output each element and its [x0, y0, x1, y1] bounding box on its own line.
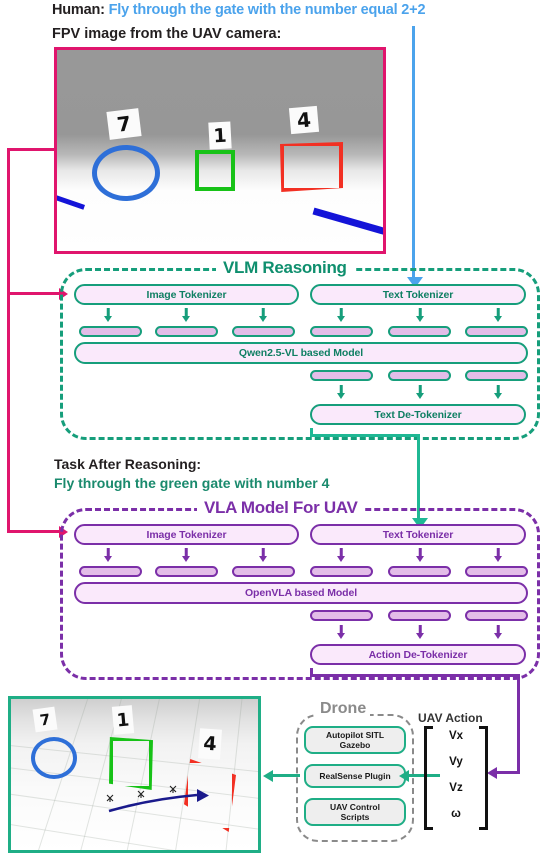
drone-item-uav-control[interactable]: UAV Control Scripts [304, 798, 406, 826]
fpv-gate-square-green [195, 150, 235, 191]
vlm-arrow-img-1 [103, 308, 113, 323]
action-out-line-back [496, 771, 520, 774]
drone-item-autopilot-line1: Autopilot SITL [325, 729, 385, 740]
vlm-image-token-2 [155, 326, 218, 337]
vlm-arrow-out-2 [415, 385, 425, 400]
action-out-line-h [310, 674, 520, 677]
drone-item-realsense[interactable]: RealSense Plugin [304, 764, 406, 788]
matrix-row-vy: Vy [449, 756, 463, 768]
human-prompt-line: Human: Fly through the gate with the num… [52, 2, 426, 18]
human-label: Human: [52, 2, 105, 18]
vla-arrow-out-2 [415, 625, 425, 640]
vlm-image-token-1 [79, 326, 142, 337]
image-feed-line-down-left [7, 148, 10, 530]
vlm-backbone-model[interactable]: Qwen2.5-VL based Model [74, 342, 528, 364]
drone-item-realsense-label: RealSense Plugin [319, 770, 391, 781]
vlm-out-token-3 [465, 370, 528, 381]
vlm-section-title: VLM Reasoning [216, 258, 354, 278]
vla-out-token-3 [465, 610, 528, 621]
vla-text-token-3 [465, 566, 528, 577]
vla-text-token-2 [388, 566, 451, 577]
vla-out-token-2 [388, 610, 451, 621]
vlm-arrow-img-3 [258, 308, 268, 323]
action-out-arrow [487, 766, 497, 779]
vla-out-token-1 [310, 610, 373, 621]
matrix-row-vz: Vz [449, 782, 463, 794]
uav-action-label: UAV Action [418, 711, 483, 725]
vla-section-title: VLA Model For UAV [197, 498, 365, 518]
prompt-to-vlm-line [412, 26, 415, 279]
vla-image-token-1 [79, 566, 142, 577]
vlm-text-tokenizer[interactable]: Text Tokenizer [310, 284, 526, 305]
fpv-tag-7: 7 [106, 108, 142, 140]
fpv-tag-4: 4 [288, 105, 320, 135]
vlm-image-tokenizer[interactable]: Image Tokenizer [74, 284, 299, 305]
vla-backbone-model[interactable]: OpenVLA based Model [74, 582, 528, 604]
action-out-line-down [517, 674, 520, 774]
drone-group-title: Drone [316, 700, 371, 718]
vlm-arrow-out-3 [493, 385, 503, 400]
vlm-text-token-1 [310, 326, 373, 337]
image-feed-line-top [7, 148, 57, 151]
fpv-tag-1: 1 [208, 121, 232, 150]
vlm-text-detokenizer[interactable]: Text De-Tokenizer [310, 404, 526, 425]
vla-arrow-out-3 [493, 625, 503, 640]
matrix-row-omega: ω [451, 808, 461, 820]
vla-action-detokenizer[interactable]: Action De-Tokenizer [310, 644, 526, 665]
vla-arrow-out-1 [336, 625, 346, 640]
fpv-gate-circle-blue [92, 145, 160, 201]
fpv-caption: FPV image from the UAV camera: [52, 26, 282, 42]
drone-item-uav-control-line2: Scripts [340, 812, 370, 822]
vla-arrow-txt-3 [493, 548, 503, 563]
vla-arrow-txt-1 [336, 548, 346, 563]
vlm-text-token-2 [388, 326, 451, 337]
fpv-camera-view: 7 1 4 [54, 47, 386, 254]
vlm-text-token-3 [465, 326, 528, 337]
action-to-drone-arrow [399, 769, 409, 782]
matrix-row-vx: Vx [448, 730, 464, 742]
image-feed-branch-vla [7, 530, 61, 533]
drone-to-sim-line [272, 774, 300, 777]
task-after-reasoning-text: Fly through the green gate with number 4 [54, 475, 330, 491]
vla-text-token-1 [310, 566, 373, 577]
drone-item-autopilot-line2: Gazebo [339, 740, 371, 750]
vla-arrow-img-3 [258, 548, 268, 563]
vla-arrow-txt-2 [415, 548, 425, 563]
vla-text-tokenizer[interactable]: Text Tokenizer [310, 524, 526, 545]
vlm-arrow-txt-2 [415, 308, 425, 323]
drone-to-sim-arrow [263, 769, 273, 782]
vlm-arrow-txt-1 [336, 308, 346, 323]
vla-image-token-2 [155, 566, 218, 577]
vla-image-tokenizer[interactable]: Image Tokenizer [74, 524, 299, 545]
sim-trajectory [106, 785, 209, 813]
reasoning-out-line-h [310, 434, 420, 437]
uav-action-matrix: Vx Vy Vz ω [424, 726, 488, 830]
vlm-out-token-2 [388, 370, 451, 381]
human-command-text: Fly through the gate with the number equ… [108, 2, 426, 18]
task-after-reasoning-label: Task After Reasoning: [54, 456, 202, 472]
fpv-gate-quad-red [280, 142, 343, 192]
vla-arrow-img-1 [103, 548, 113, 563]
vlm-arrow-img-2 [181, 308, 191, 323]
vlm-arrow-out-1 [336, 385, 346, 400]
vla-image-token-3 [232, 566, 295, 577]
vlm-image-token-3 [232, 326, 295, 337]
image-feed-branch-vlm [7, 292, 61, 295]
vlm-arrow-txt-3 [493, 308, 503, 323]
vlm-out-token-1 [310, 370, 373, 381]
drone-item-autopilot[interactable]: Autopilot SITL Gazebo [304, 726, 406, 754]
gazebo-simulation-view: 7 1 4 [8, 696, 261, 853]
drone-item-uav-control-line1: UAV Control [330, 801, 380, 812]
vla-arrow-img-2 [181, 548, 191, 563]
